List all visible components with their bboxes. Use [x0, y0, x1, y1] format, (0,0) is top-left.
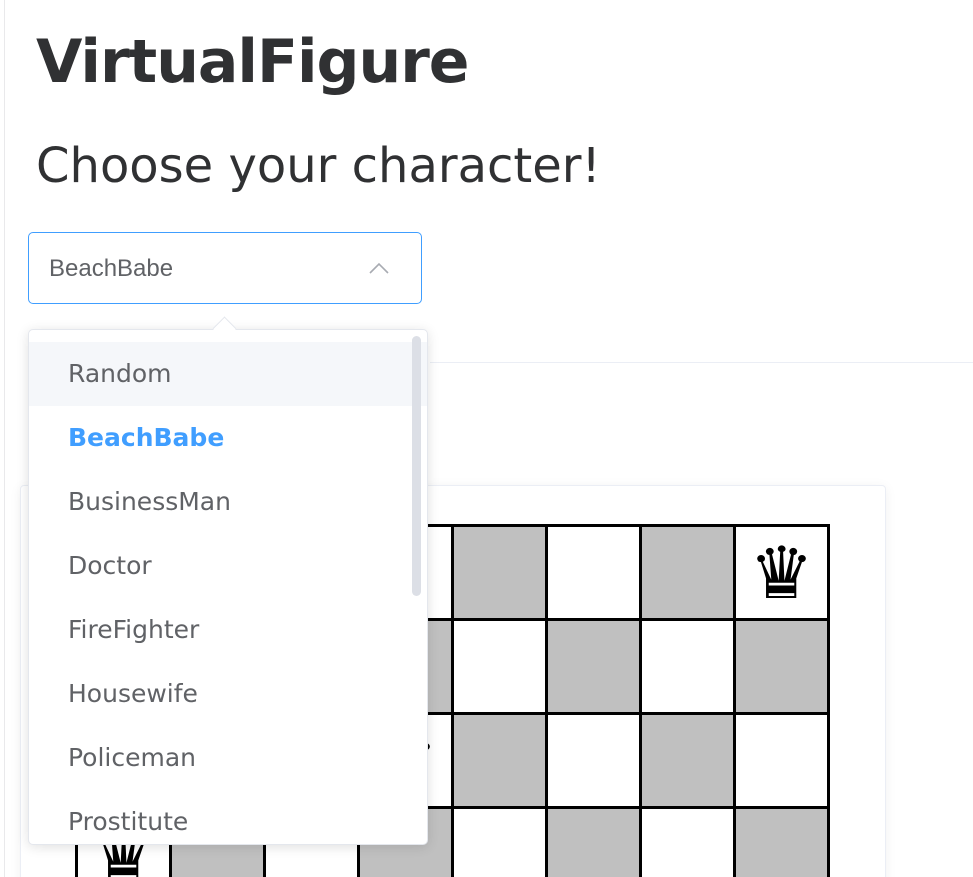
board-square: [548, 621, 642, 715]
option-prostitute[interactable]: Prostitute: [29, 790, 427, 844]
option-businessman[interactable]: BusinessMan: [29, 470, 427, 534]
option-beachbabe[interactable]: BeachBabe: [29, 406, 427, 470]
option-doctor[interactable]: Doctor: [29, 534, 427, 598]
queen-icon: ♛: [749, 530, 814, 615]
character-options-list: Random BeachBabe BusinessMan Doctor FireFigh…: [29, 330, 427, 844]
option-housewife[interactable]: Housewife: [29, 662, 427, 726]
board-square: ♛: [736, 527, 830, 621]
board-square: [642, 715, 736, 809]
board-square: [642, 809, 736, 877]
board-square: [454, 621, 548, 715]
character-dropdown: Random BeachBabe BusinessMan Doctor FireFigh…: [28, 329, 428, 845]
section-divider: [430, 362, 973, 363]
option-firefighter[interactable]: FireFighter: [29, 598, 427, 662]
character-select[interactable]: BeachBabe: [28, 232, 422, 304]
board-square: [454, 809, 548, 877]
app-title: VirtualFigure: [36, 27, 469, 97]
board-square: [454, 527, 548, 621]
board-square: [736, 621, 830, 715]
board-square: [642, 527, 736, 621]
character-select-value: BeachBabe: [49, 255, 174, 282]
board-square: [548, 809, 642, 877]
board-square: [736, 715, 830, 809]
board-square: [736, 809, 830, 877]
page-subtitle: Choose your character!: [36, 138, 601, 194]
board-square: [454, 715, 548, 809]
board-square: [548, 715, 642, 809]
dropdown-scrollbar[interactable]: [412, 336, 421, 596]
page: VirtualFigure Choose your character! Bea…: [0, 0, 973, 877]
board-square: [642, 621, 736, 715]
left-border: [4, 0, 5, 877]
option-random[interactable]: Random: [29, 342, 427, 406]
chevron-up-icon: [369, 262, 389, 274]
board-square: [548, 527, 642, 621]
option-policeman[interactable]: Policeman: [29, 726, 427, 790]
